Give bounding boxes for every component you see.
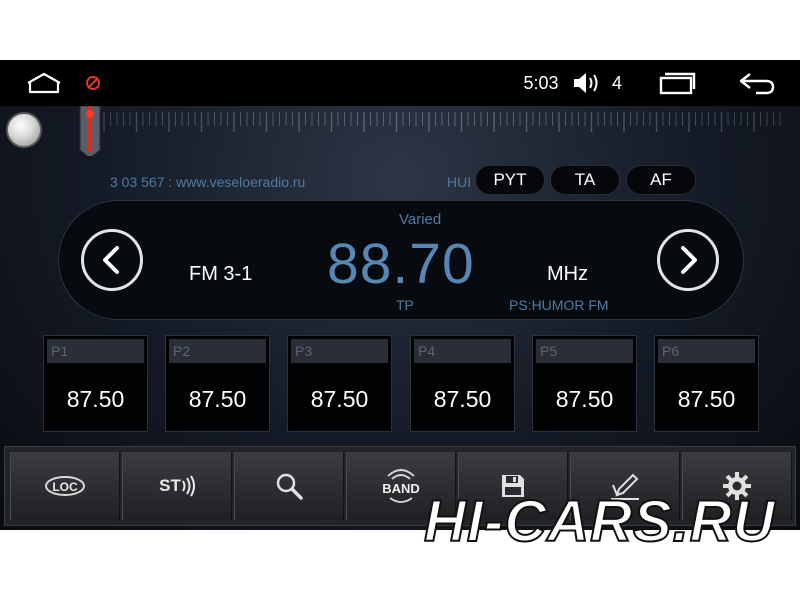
preset-frequency: 87.50: [310, 386, 369, 412]
preset-frequency: 87.50: [555, 386, 614, 412]
frequency-panel: Varied FM 3-1 88.70 MHz TP PS:HUMOR FM: [58, 200, 744, 320]
preset-p2[interactable]: P2 87.50: [165, 335, 270, 432]
preset-label: P6: [658, 339, 755, 363]
preset-label: P3: [291, 339, 388, 363]
status-bar: 5:03 4: [0, 60, 800, 106]
recent-apps-icon[interactable]: [654, 60, 700, 106]
chevron-left-icon: [103, 246, 119, 274]
home-icon[interactable]: [22, 60, 66, 106]
chevron-right-icon: [681, 246, 697, 274]
preset-label: P4: [414, 339, 511, 363]
ps-name: PS:HUMOR FM: [509, 297, 609, 313]
preset-p4[interactable]: P4 87.50: [410, 335, 515, 432]
svg-text:BAND: BAND: [382, 481, 420, 496]
search-icon: [276, 473, 303, 500]
needle-dot: [86, 110, 94, 118]
preset-label: P5: [536, 339, 633, 363]
seek-knob[interactable]: [6, 112, 42, 148]
tuning-scale[interactable]: [70, 106, 800, 156]
previous-station-button[interactable]: [81, 229, 143, 291]
pyt-button[interactable]: PYT: [475, 165, 545, 195]
svg-text:LOC: LOC: [52, 480, 78, 494]
radio-screen: 5:03 4 3 03 567 : www.veseloeradio.ru HU…: [0, 60, 800, 530]
preset-frequency: 87.50: [433, 386, 492, 412]
preset-p3[interactable]: P3 87.50: [287, 335, 392, 432]
ta-button[interactable]: TA: [550, 165, 620, 195]
clock: 5:03: [523, 72, 559, 93]
frequency-unit: MHz: [547, 263, 589, 285]
preset-p5[interactable]: P5 87.50: [532, 335, 637, 432]
rds-hu-text: HUI: [447, 174, 472, 190]
tp-indicator: TP: [396, 297, 414, 313]
next-station-button[interactable]: [657, 229, 719, 291]
volume-level: 4: [611, 72, 622, 93]
back-arrow-icon[interactable]: [732, 60, 782, 106]
band-label: FM 3-1: [189, 263, 253, 285]
pty-genre: Varied: [399, 211, 442, 228]
rds-text: 3 03 567 : www.veseloeradio.ru: [110, 174, 306, 190]
preset-label: P2: [169, 339, 266, 363]
watermark: HI-CARS.RU: [423, 488, 776, 555]
no-entry-icon: [82, 60, 104, 106]
frequency-display: 88.70: [327, 232, 475, 296]
af-button[interactable]: AF: [626, 165, 696, 195]
stereo-button[interactable]: ST: [122, 452, 232, 520]
stereo-icon: [181, 475, 195, 497]
preset-label: P1: [47, 339, 144, 363]
search-button[interactable]: [234, 452, 344, 520]
stereo-label: ST: [159, 476, 181, 495]
preset-frequency: 87.50: [188, 386, 247, 412]
loc-button[interactable]: LOC: [10, 452, 120, 520]
speaker-icon[interactable]: [570, 60, 604, 106]
preset-frequency: 87.50: [66, 386, 125, 412]
preset-p6[interactable]: P6 87.50: [654, 335, 759, 432]
preset-frequency: 87.50: [677, 386, 736, 412]
preset-p1[interactable]: P1 87.50: [43, 335, 148, 432]
loc-icon: LOC: [45, 476, 85, 496]
band-icon: BAND: [382, 469, 420, 503]
